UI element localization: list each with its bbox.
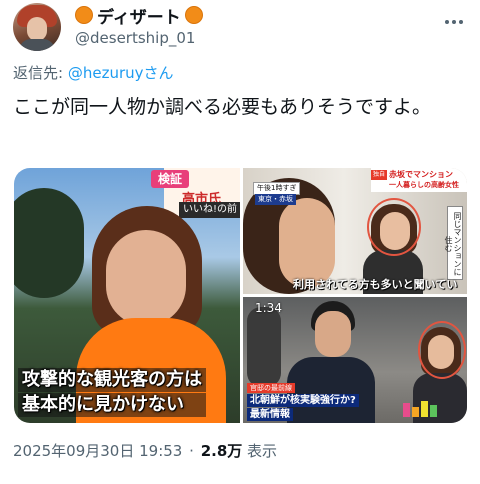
views-count: 2.8万 — [200, 442, 243, 460]
banner-tag: 独自 — [371, 170, 387, 180]
highlight-circle — [367, 198, 421, 256]
orange-circle-emoji-icon — [75, 6, 93, 24]
user-handle[interactable]: @desertship_01 — [75, 29, 195, 47]
more-options-icon[interactable] — [442, 10, 466, 34]
iine-strip: いいね!の前 — [179, 202, 240, 218]
tweet-timestamp[interactable]: 2025年09月30日 19:53 — [13, 442, 182, 460]
avatar-face — [27, 17, 47, 41]
user-avatar-icon[interactable] — [13, 3, 61, 51]
avatar-body — [19, 39, 55, 51]
headline-line-1: 北朝鮮が核実験強行か? — [247, 394, 359, 407]
banner-line-1: 赤坂でマンション — [389, 170, 453, 179]
orange-circle-emoji-icon — [184, 6, 203, 24]
caption-line-2: 基本的に見かけない — [18, 393, 206, 417]
broadcast-time: 1:34 — [255, 301, 282, 315]
media-image-1[interactable]: 検証 高市氏 いいね!の前 攻撃的な観光客の方は 基本的に見かけない — [14, 168, 240, 423]
tweet-text: ここが同一人物か調べる必要もありそうですよ。 — [13, 96, 432, 118]
reply-prefix: 返信先: — [13, 64, 64, 82]
tweet-header: ディザート @desertship_01 — [0, 0, 480, 56]
highlight-circle — [418, 321, 466, 379]
broadcast-location: 東京・赤坂 — [255, 194, 296, 205]
sign-tag: 検証 — [151, 170, 189, 188]
display-name[interactable]: ディザート — [95, 3, 183, 28]
reply-to-line: 返信先: @hezuruyさん — [13, 62, 174, 83]
vertical-caption: 同じマンションに住む — [444, 206, 463, 280]
media-grid: 検証 高市氏 いいね!の前 攻撃的な観光客の方は 基本的に見かけない 午後1時す… — [14, 168, 467, 423]
banner-line-2: 一人暮らしの高齢女性 — [389, 181, 459, 189]
foreground-face — [279, 198, 335, 288]
image1-caption: 攻撃的な観光客の方は 基本的に見かけない — [18, 368, 206, 418]
person-face — [106, 230, 186, 326]
headline-line-2: 最新情報 — [247, 408, 293, 421]
media-image-2[interactable]: 午後1時すぎ 東京・赤坂 独自 赤坂でマンション 一人暮らしの高齢女性 同じマン… — [243, 168, 467, 294]
man-face — [315, 311, 351, 357]
media-image-3[interactable]: 1:34 官邸の最前線 北朝鮮が核実験強行か? 最新情報 — [243, 297, 467, 423]
meta-separator: · — [189, 442, 194, 460]
caption-line-1: 攻撃的な観光客の方は — [18, 368, 206, 392]
background-person — [247, 307, 281, 387]
tree-shape — [14, 188, 84, 298]
views-label: 表示 — [247, 442, 278, 460]
man-suit — [287, 357, 375, 423]
color-bars-icon — [403, 401, 437, 417]
tweet-meta: 2025年09月30日 19:53 · 2.8万 表示 — [13, 440, 277, 461]
image2-subtitle: 利用されてる方も多いと聞いている — [293, 278, 458, 291]
reply-mention-link[interactable]: @hezuruyさん — [68, 64, 174, 82]
display-name-row[interactable]: ディザート — [75, 3, 203, 28]
news-tag: 官邸の最前線 — [247, 383, 295, 393]
